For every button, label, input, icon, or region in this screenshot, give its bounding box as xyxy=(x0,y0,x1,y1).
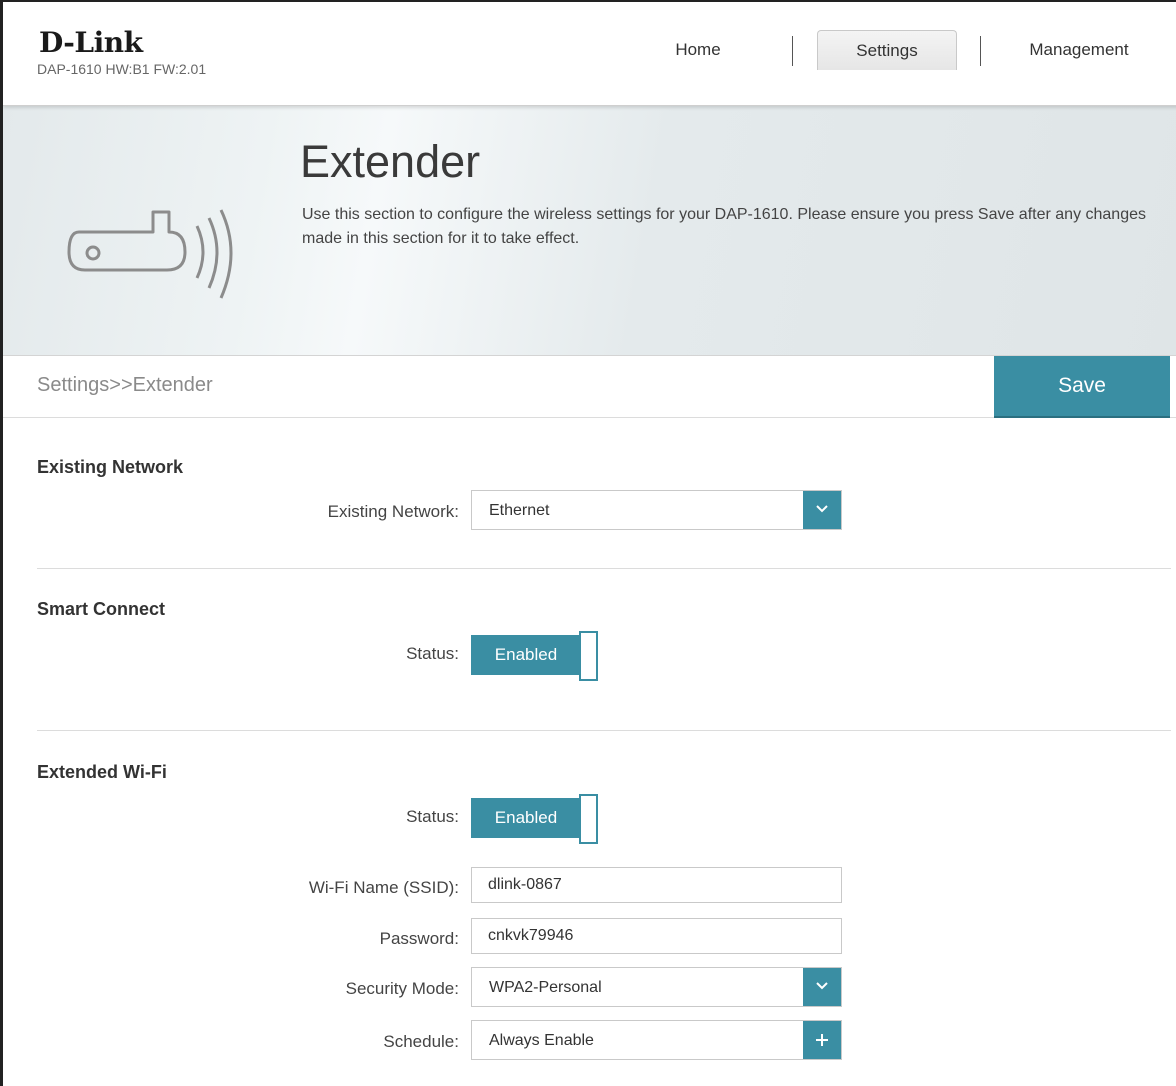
top-header: D-Link DAP-1610 HW:B1 FW:2.01 Home Setti… xyxy=(3,2,1176,106)
extended-wifi-status-label: Status: xyxy=(406,807,459,826)
password-label: Password: xyxy=(379,929,459,948)
password-input[interactable] xyxy=(471,918,842,954)
toggle-knob[interactable] xyxy=(579,631,598,681)
section-divider xyxy=(37,730,1171,731)
app-frame: D-Link DAP-1610 HW:B1 FW:2.01 Home Setti… xyxy=(0,0,1176,1086)
nav-separator xyxy=(980,36,981,66)
extended-wifi-toggle[interactable]: Enabled xyxy=(471,794,598,844)
section-title-existing-network: Existing Network xyxy=(37,457,184,477)
schedule-label: Schedule: xyxy=(383,1032,459,1051)
smart-connect-status-label: Status: xyxy=(406,644,459,663)
wireless-extender-icon xyxy=(67,209,233,299)
plus-icon[interactable] xyxy=(803,1021,841,1059)
section-title-smart-connect: Smart Connect xyxy=(37,599,166,619)
section-divider xyxy=(37,568,1171,569)
schedule-value: Always Enable xyxy=(489,1032,594,1049)
chevron-down-icon[interactable] xyxy=(803,968,841,1006)
nav-settings[interactable]: Settings xyxy=(817,30,957,70)
smart-connect-toggle[interactable]: Enabled xyxy=(471,631,598,681)
nav-separator xyxy=(792,36,793,66)
page-description: Use this section to configure the wirele… xyxy=(302,206,1146,247)
toggle-enabled-label: Enabled xyxy=(471,635,581,675)
page-title: Extender xyxy=(300,136,481,187)
chevron-down-icon[interactable] xyxy=(803,491,841,529)
security-mode-label: Security Mode: xyxy=(345,979,459,998)
dlink-logo: D-Link xyxy=(39,26,143,59)
nav-management[interactable]: Management xyxy=(1009,30,1149,70)
toggle-enabled-label: Enabled xyxy=(471,798,581,838)
existing-network-value: Ethernet xyxy=(489,502,550,519)
existing-network-label: Existing Network: xyxy=(327,502,459,521)
ssid-label: Wi-Fi Name (SSID): xyxy=(308,878,459,897)
toggle-knob[interactable] xyxy=(579,794,598,844)
model-info: DAP-1610 HW:B1 FW:2.01 xyxy=(37,61,207,77)
schedule-select[interactable]: Always Enable xyxy=(471,1020,842,1060)
breadcrumb: Settings>>Extender xyxy=(37,374,213,396)
ssid-input[interactable] xyxy=(471,867,842,903)
existing-network-select[interactable]: Ethernet xyxy=(471,490,842,530)
save-button[interactable]: Save xyxy=(994,356,1170,418)
nav-home[interactable]: Home xyxy=(657,30,739,70)
breadcrumb-bar: Settings>>Extender Save xyxy=(3,356,1176,418)
security-mode-select[interactable]: WPA2-Personal xyxy=(471,967,842,1007)
page-banner: Extender Use this section to configure t… xyxy=(3,106,1176,356)
section-title-extended-wifi: Extended Wi-Fi xyxy=(37,762,167,782)
security-mode-value: WPA2-Personal xyxy=(489,979,602,996)
